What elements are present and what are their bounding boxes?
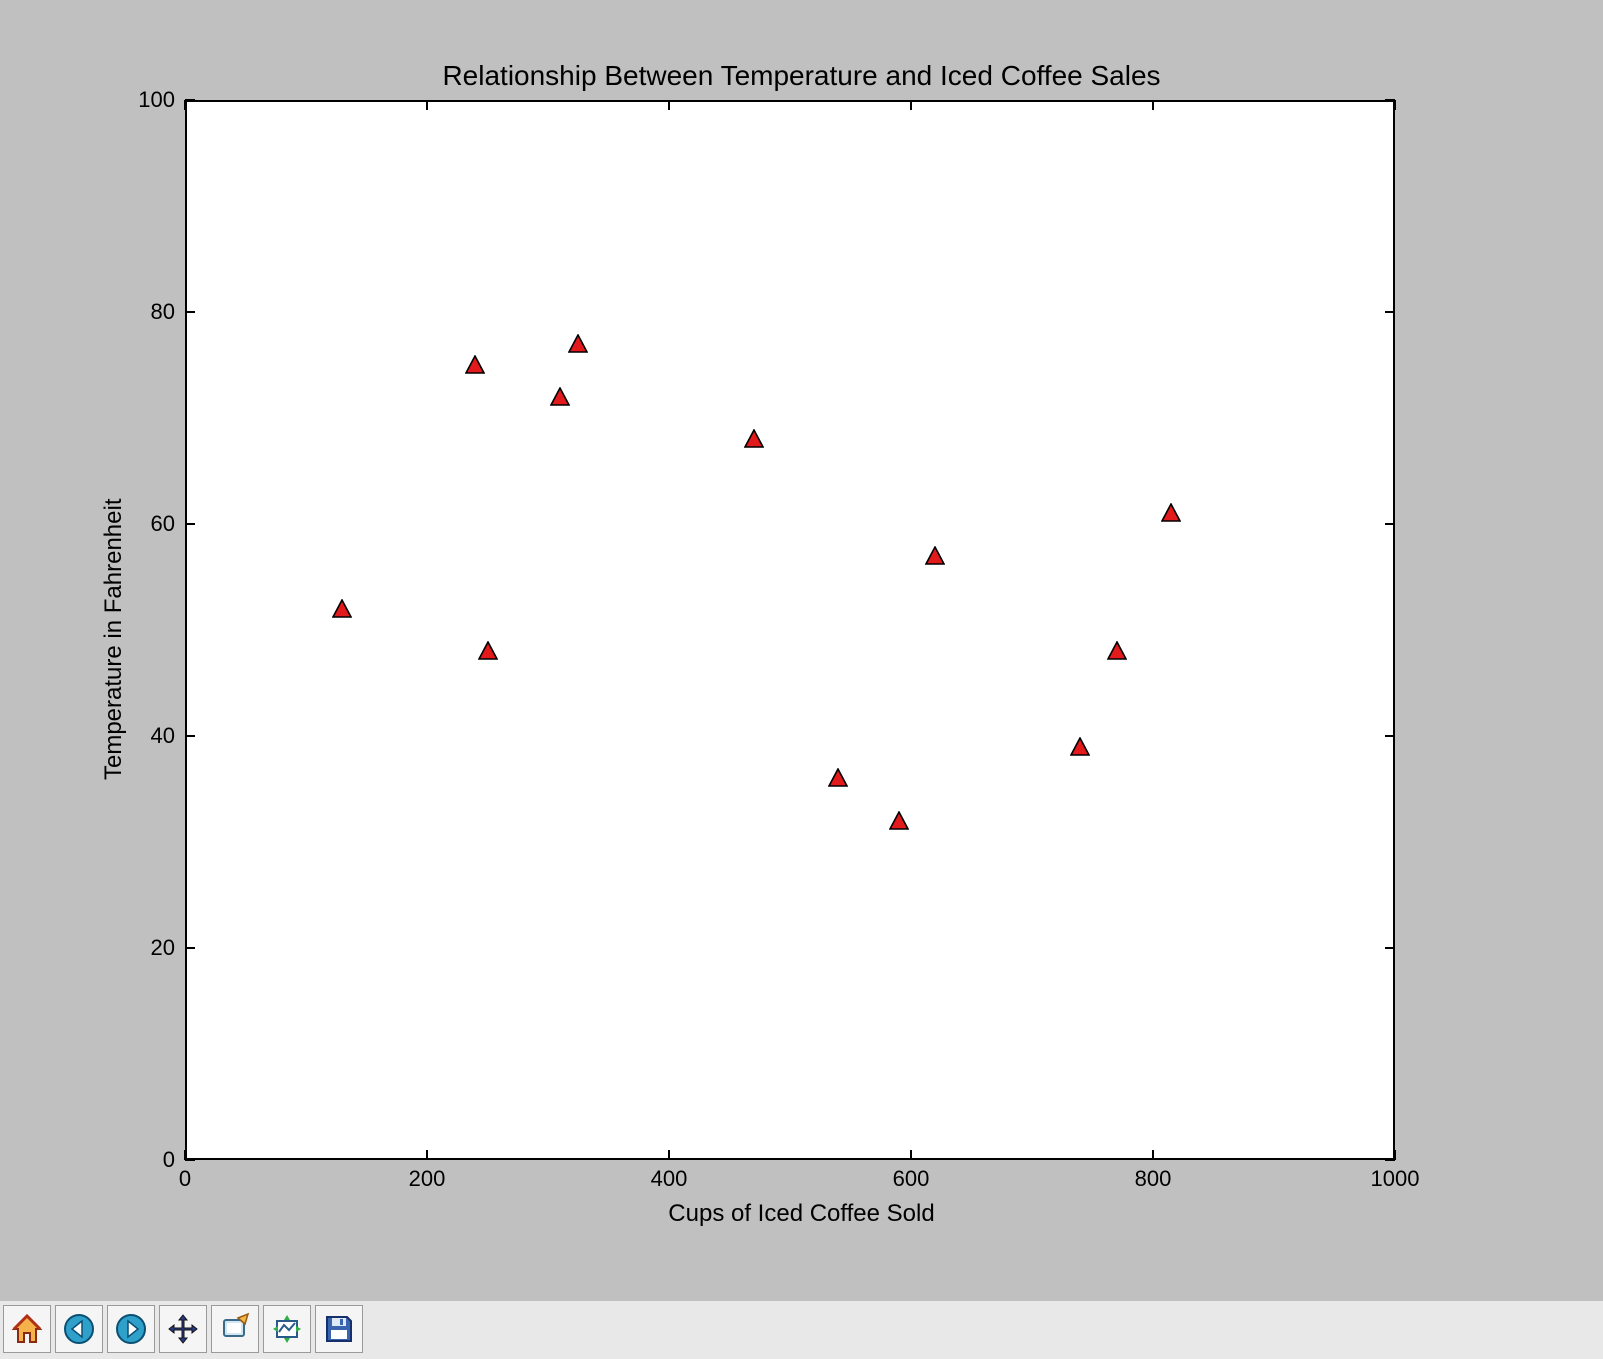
y-tick-mark <box>185 523 195 525</box>
x-tick-mark <box>184 100 186 110</box>
y-tick-label: 0 <box>163 1147 175 1173</box>
triangle-up-icon <box>925 546 945 566</box>
triangle-up-icon <box>568 334 588 354</box>
figure-canvas: Relationship Between Temperature and Ice… <box>0 0 1603 1301</box>
home-icon <box>10 1312 44 1346</box>
x-tick-mark <box>910 100 912 110</box>
x-tick-label: 0 <box>179 1166 191 1192</box>
x-tick-mark <box>426 1150 428 1160</box>
triangle-up-icon <box>478 641 498 661</box>
x-tick-label: 200 <box>409 1166 446 1192</box>
y-tick-mark <box>1385 523 1395 525</box>
triangle-up-icon <box>1107 641 1127 661</box>
pan-button[interactable] <box>159 1305 207 1353</box>
zoom-rect-icon <box>218 1312 252 1346</box>
x-axis-label: Cups of Iced Coffee Sold <box>0 1200 1603 1228</box>
y-tick-mark <box>185 311 195 313</box>
save-button[interactable] <box>315 1305 363 1353</box>
triangle-up-icon <box>889 811 909 831</box>
y-axis-label: Temperature in Fahrenheit <box>100 499 128 780</box>
y-tick-mark <box>1385 99 1395 101</box>
y-tick-mark <box>185 735 195 737</box>
x-tick-label: 1000 <box>1371 1166 1420 1192</box>
subplots-button[interactable] <box>263 1305 311 1353</box>
y-tick-mark <box>1385 735 1395 737</box>
triangle-up-icon <box>744 429 764 449</box>
triangle-up-icon <box>1161 503 1181 523</box>
y-tick-label: 100 <box>138 87 175 113</box>
y-tick-mark <box>185 99 195 101</box>
matplotlib-toolbar <box>3 1303 363 1355</box>
y-tick-mark <box>1385 311 1395 313</box>
x-tick-mark <box>668 1150 670 1160</box>
y-tick-label: 60 <box>151 511 175 537</box>
triangle-up-icon <box>828 768 848 788</box>
subplots-icon <box>270 1312 304 1346</box>
x-tick-mark <box>910 1150 912 1160</box>
x-tick-mark <box>426 100 428 110</box>
y-tick-label: 40 <box>151 723 175 749</box>
x-tick-mark <box>668 100 670 110</box>
x-tick-label: 800 <box>1135 1166 1172 1192</box>
x-tick-label: 600 <box>893 1166 930 1192</box>
triangle-up-icon <box>550 387 570 407</box>
plot-axes <box>185 100 1395 1160</box>
y-tick-label: 20 <box>151 935 175 961</box>
triangle-up-icon <box>332 599 352 619</box>
y-tick-mark <box>1385 1159 1395 1161</box>
arrow-left-icon <box>62 1312 96 1346</box>
save-icon <box>322 1312 356 1346</box>
move-icon <box>166 1312 200 1346</box>
triangle-up-icon <box>465 355 485 375</box>
forward-button[interactable] <box>107 1305 155 1353</box>
x-tick-mark <box>1394 100 1396 110</box>
zoom-button[interactable] <box>211 1305 259 1353</box>
y-tick-mark <box>185 947 195 949</box>
triangle-up-icon <box>1070 737 1090 757</box>
x-tick-label: 400 <box>651 1166 688 1192</box>
chart-title: Relationship Between Temperature and Ice… <box>0 60 1603 92</box>
x-tick-mark <box>1152 100 1154 110</box>
x-tick-mark <box>1152 1150 1154 1160</box>
home-button[interactable] <box>3 1305 51 1353</box>
y-tick-mark <box>1385 947 1395 949</box>
back-button[interactable] <box>55 1305 103 1353</box>
y-tick-label: 80 <box>151 299 175 325</box>
arrow-right-icon <box>114 1312 148 1346</box>
y-tick-mark <box>185 1159 195 1161</box>
